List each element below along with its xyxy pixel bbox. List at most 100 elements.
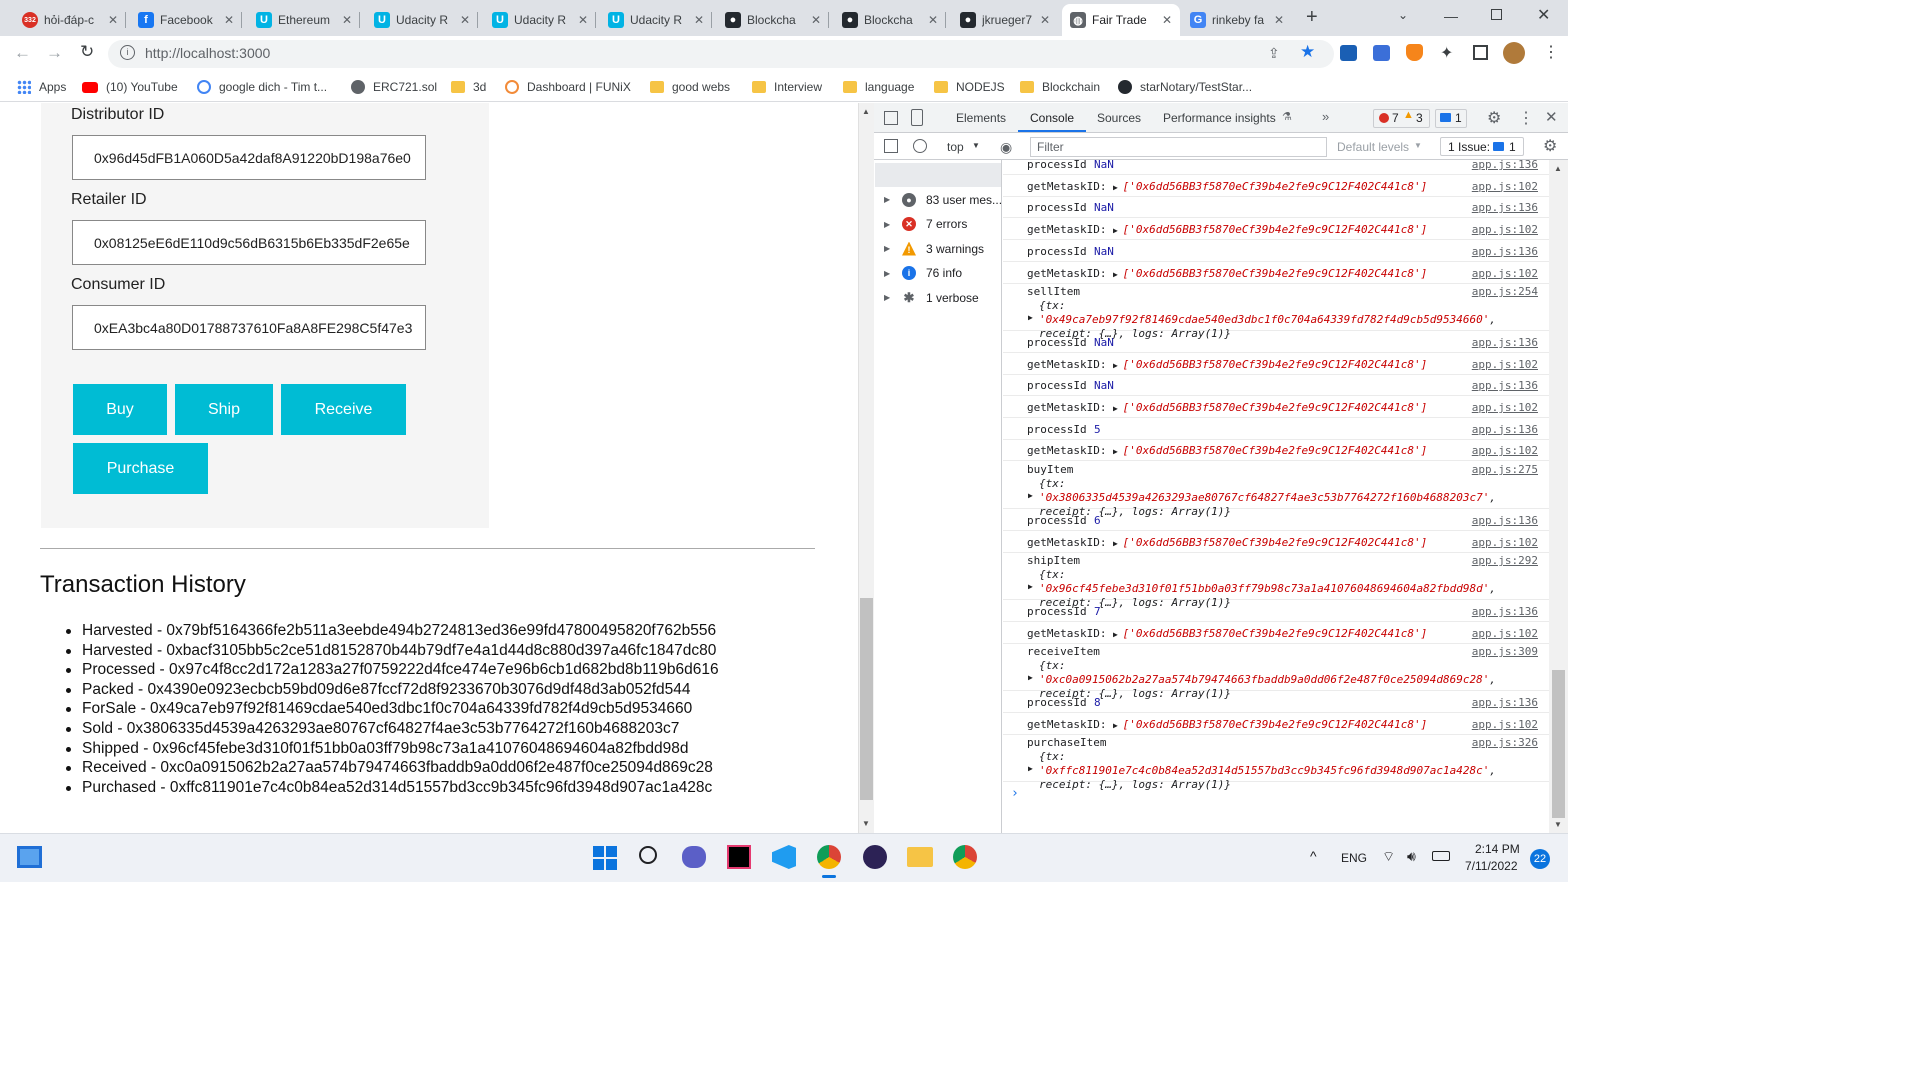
console-message[interactable]: sellItem ▶ {tx: '0x49ca7eb97f92f81469cdae5… xyxy=(1003,283,1549,340)
reload-button[interactable]: ↻ xyxy=(80,42,94,62)
source-link[interactable]: app.js:136 xyxy=(1472,514,1538,527)
bookmark-item[interactable]: Blockchain xyxy=(1020,78,1100,96)
profile-avatar[interactable] xyxy=(1503,42,1525,64)
console-message[interactable]: getMetaskID: ▶ ['0x6dd56BB3f5870eCf39b4e2… xyxy=(1003,262,1549,284)
log-levels-dropdown[interactable]: Default levels xyxy=(1337,140,1409,154)
console-settings-gear-icon[interactable]: ⚙ xyxy=(1543,136,1557,156)
close-tab-icon[interactable]: ✕ xyxy=(1162,13,1172,27)
expand-triangle-icon[interactable]: ▶ xyxy=(884,220,894,229)
source-link[interactable]: app.js:102 xyxy=(1472,223,1538,236)
device-toolbar-icon[interactable] xyxy=(911,109,923,126)
console-sidebar-item[interactable]: ▶ i 76 info xyxy=(884,262,962,284)
browser-tab[interactable]: 332 hỏi-đáp-c ✕ xyxy=(14,4,126,36)
page-scrollbar-thumb[interactable] xyxy=(860,598,873,800)
side-panel-icon[interactable] xyxy=(1473,45,1488,60)
share-icon[interactable]: ⇪ xyxy=(1268,45,1280,62)
console-message[interactable]: getMetaskID: ▶ ['0x6dd56BB3f5870eCf39b4e2… xyxy=(1003,353,1549,375)
console-array-value[interactable]: ▶ ['0x6dd56BB3f5870eCf39b4e2fe9c9C12F402… xyxy=(1113,627,1427,640)
source-link[interactable]: app.js:136 xyxy=(1472,423,1538,436)
console-message[interactable]: getMetaskID: ▶ ['0x6dd56BB3f5870eCf39b4e2… xyxy=(1003,713,1549,735)
console-filter-input[interactable]: Filter xyxy=(1030,137,1327,157)
console-message[interactable]: purchaseItem ▶ {tx: '0xffc811901e7c4c0b84e… xyxy=(1003,734,1549,791)
close-tab-icon[interactable]: ✕ xyxy=(1040,13,1050,27)
retailer-id-input[interactable]: 0x08125eE6dE110d9c56dB6315b6Eb335dF2e65e xyxy=(72,220,426,265)
chat-icon[interactable] xyxy=(682,846,706,868)
chrome-profile-icon[interactable] xyxy=(953,845,977,869)
source-link[interactable]: app.js:102 xyxy=(1472,180,1538,193)
console-array-value[interactable]: ▶ ['0x6dd56BB3f5870eCf39b4e2fe9c9C12F402… xyxy=(1113,401,1427,414)
source-link[interactable]: app.js:102 xyxy=(1472,358,1538,371)
source-link[interactable]: app.js:136 xyxy=(1472,605,1538,618)
console-sidebar-item[interactable]: ▶ ● 83 user mes... xyxy=(884,189,1002,211)
console-message[interactable]: processId 5 app.js:136 xyxy=(1003,418,1549,440)
clock-time[interactable]: 2:14 PM xyxy=(1475,842,1520,856)
expand-triangle-icon[interactable]: ▶ xyxy=(1113,404,1123,413)
console-prompt[interactable]: › xyxy=(1011,786,1019,801)
scroll-up-arrow[interactable]: ▲ xyxy=(862,107,870,116)
expand-triangle-icon[interactable]: ▶ xyxy=(1113,226,1123,235)
task-view-icon[interactable] xyxy=(17,846,42,868)
bookmark-item[interactable]: Apps xyxy=(17,78,66,96)
close-tab-icon[interactable]: ✕ xyxy=(108,13,118,27)
tab-console[interactable]: Console xyxy=(1030,111,1074,125)
console-scroll-up-arrow[interactable]: ▲ xyxy=(1554,164,1562,173)
distributor-id-input[interactable]: 0x96d45dFB1A060D5a42daf8A91220bD198a76e0 xyxy=(72,135,426,180)
page-scrollbar[interactable]: ▲ ▼ xyxy=(858,103,874,833)
bookmark-item[interactable]: Interview xyxy=(752,78,822,96)
tab-sources[interactable]: Sources xyxy=(1097,111,1141,125)
tab-elements[interactable]: Elements xyxy=(956,111,1006,125)
console-message[interactable]: buyItem ▶ {tx: '0x3806335d4539a4263293ae80… xyxy=(1003,461,1549,518)
console-message[interactable]: receiveItem ▶ {tx: '0xc0a0915062b2a27aa574… xyxy=(1003,643,1549,700)
start-menu-icon[interactable] xyxy=(593,846,617,870)
expand-triangle-icon[interactable]: ▶ xyxy=(884,195,894,204)
consumer-id-input[interactable]: 0xEA3bc4a80D01788737610Fa8A8FE298C5f47e3 xyxy=(72,305,426,350)
console-message[interactable]: shipItem ▶ {tx: '0x96cf45febe3d310f01f51bb… xyxy=(1003,552,1549,609)
close-tab-icon[interactable]: ✕ xyxy=(694,13,704,27)
search-icon[interactable] xyxy=(639,846,657,864)
close-tab-icon[interactable]: ✕ xyxy=(460,13,470,27)
console-sidebar-item[interactable]: ▶ ✱ 1 verbose xyxy=(884,287,979,309)
console-array-value[interactable]: ▶ ['0x6dd56BB3f5870eCf39b4e2fe9c9C12F402… xyxy=(1113,267,1427,280)
expand-triangle-icon[interactable]: ▶ xyxy=(1113,270,1123,279)
browser-tab[interactable]: ● Blockcha ✕ xyxy=(834,4,946,36)
expand-triangle-icon[interactable]: ▶ xyxy=(1028,311,1033,325)
jetbrains-icon[interactable] xyxy=(727,845,751,869)
forward-button[interactable]: → xyxy=(46,43,63,63)
source-link[interactable]: app.js:136 xyxy=(1472,201,1538,214)
ship-button[interactable]: Ship xyxy=(175,384,273,435)
console-scrollbar-thumb[interactable] xyxy=(1552,670,1565,818)
source-link[interactable]: app.js:136 xyxy=(1472,245,1538,258)
url-text[interactable]: http://localhost:3000 xyxy=(145,45,270,61)
expand-triangle-icon[interactable]: ▶ xyxy=(884,293,894,302)
restore-button[interactable] xyxy=(1491,9,1502,20)
console-object-value[interactable]: ▶ {tx: '0xffc811901e7c4c0b84ea52d314d5155… xyxy=(1028,750,1525,792)
console-array-value[interactable]: ▶ ['0x6dd56BB3f5870eCf39b4e2fe9c9C12F402… xyxy=(1113,536,1427,549)
console-message[interactable]: getMetaskID: ▶ ['0x6dd56BB3f5870eCf39b4e2… xyxy=(1003,531,1549,553)
volume-icon[interactable]: 🔊︎ xyxy=(1407,848,1416,865)
console-message[interactable]: processId NaN app.js:136 xyxy=(1003,331,1549,353)
close-tab-icon[interactable]: ✕ xyxy=(1274,13,1284,27)
menu-kebab-icon[interactable]: ⋮ xyxy=(1543,42,1559,62)
browser-tab[interactable]: U Ethereum ✕ xyxy=(248,4,360,36)
console-message[interactable]: processId NaN app.js:136 xyxy=(1003,374,1549,397)
expand-triangle-icon[interactable]: ▶ xyxy=(1113,721,1123,730)
browser-tab[interactable]: ● jkrueger7 ✕ xyxy=(952,4,1058,36)
source-link[interactable]: app.js:136 xyxy=(1472,336,1538,349)
chrome-icon[interactable] xyxy=(817,845,841,869)
browser-tab[interactable]: ● Blockcha ✕ xyxy=(717,4,829,36)
source-link[interactable]: app.js:254 xyxy=(1472,285,1538,298)
source-link[interactable]: app.js:136 xyxy=(1472,160,1538,171)
bookmark-item[interactable]: (10) YouTube xyxy=(82,78,178,96)
expand-triangle-icon[interactable]: ▶ xyxy=(1028,489,1033,503)
expand-triangle-icon[interactable]: ▶ xyxy=(1028,671,1033,685)
console-message[interactable]: getMetaskID: ▶ ['0x6dd56BB3f5870eCf39b4e2… xyxy=(1003,396,1549,418)
back-button[interactable]: ← xyxy=(14,43,31,63)
extension-icon[interactable] xyxy=(1373,45,1390,61)
inspect-element-icon[interactable] xyxy=(884,111,898,125)
console-message[interactable]: processId NaN app.js:136 xyxy=(1003,160,1549,175)
clear-console-icon[interactable] xyxy=(913,139,927,153)
bookmark-item[interactable]: 3d xyxy=(451,78,486,96)
expand-triangle-icon[interactable]: ▶ xyxy=(1113,183,1123,192)
expand-triangle-icon[interactable]: ▶ xyxy=(1028,580,1033,594)
bookmark-item[interactable]: google dich - Tim t... xyxy=(197,78,327,96)
